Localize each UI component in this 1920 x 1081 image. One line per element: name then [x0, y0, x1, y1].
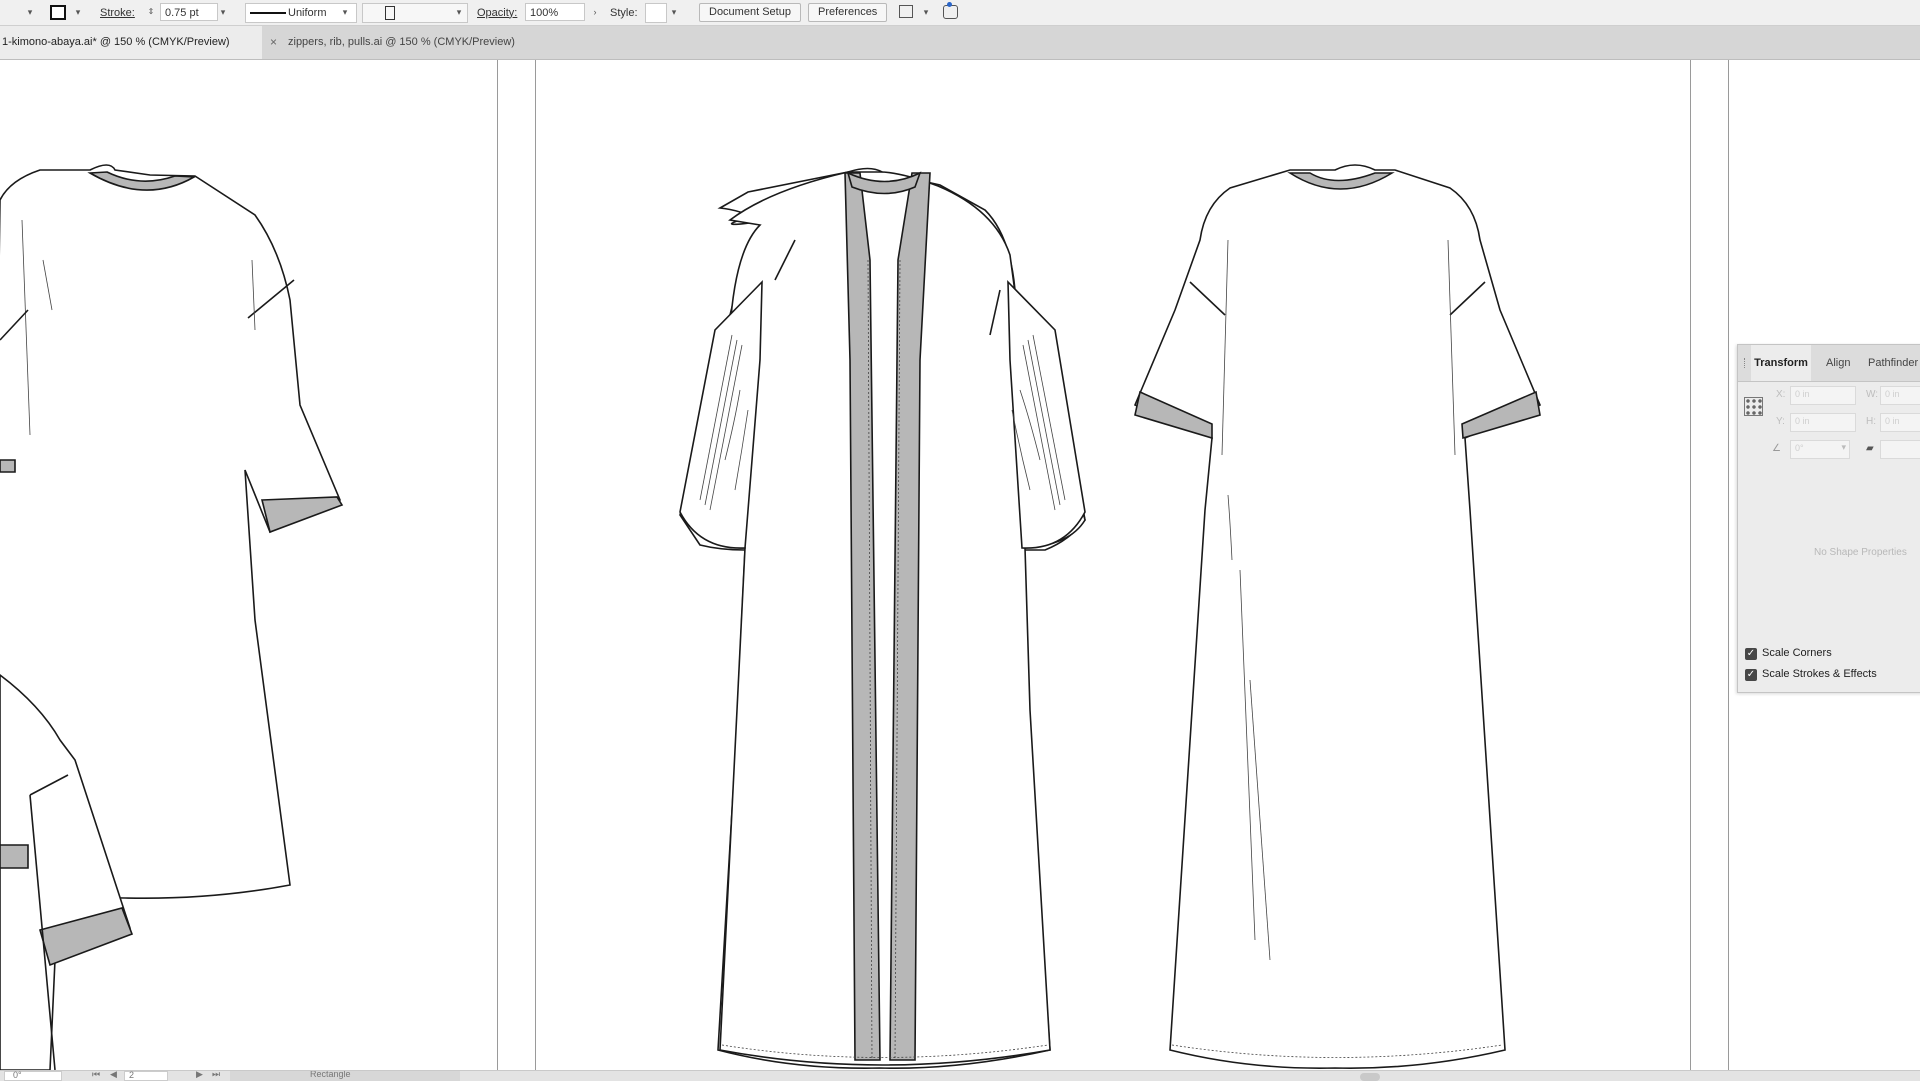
- tab-transform[interactable]: Transform: [1751, 345, 1811, 381]
- w-input[interactable]: 0 in: [1880, 386, 1920, 405]
- style-label: Style:: [610, 6, 638, 19]
- shear-input[interactable]: [1880, 440, 1920, 459]
- y-input[interactable]: 0 in: [1790, 413, 1856, 432]
- reference-point-icon[interactable]: [1744, 397, 1763, 416]
- w-label: W:: [1866, 389, 1879, 400]
- last-artboard-icon[interactable]: ⏭: [212, 1071, 220, 1080]
- opacity-label[interactable]: Opacity:: [477, 0, 517, 25]
- transform-panel: Transform Align Pathfinder X: 0 in W: 0 …: [1737, 344, 1920, 693]
- brush-icon: [385, 6, 395, 20]
- arrange-documents-icon[interactable]: [899, 5, 913, 18]
- x-input[interactable]: 0 in: [1790, 386, 1856, 405]
- h-label: H:: [1866, 416, 1876, 427]
- tab-pathfinder[interactable]: Pathfinder: [1868, 345, 1918, 381]
- garment-artwork[interactable]: .ln { fill:none; stroke:#1a1a1a; stroke-…: [0, 60, 1920, 1070]
- tab-close-icon[interactable]: ×: [270, 26, 277, 59]
- preferences-button[interactable]: Preferences: [808, 3, 888, 22]
- scale-strokes-label: Scale Strokes & Effects: [1762, 668, 1877, 680]
- first-artboard-icon[interactable]: ⏮: [92, 1071, 100, 1080]
- panel-tab-bar: Transform Align Pathfinder: [1738, 345, 1920, 382]
- h-input[interactable]: 0 in: [1880, 413, 1920, 432]
- next-artboard-icon[interactable]: ▶: [196, 1071, 203, 1080]
- profile-dropdown-icon[interactable]: ▾: [339, 4, 351, 20]
- style-dropdown-icon[interactable]: ▾: [668, 4, 680, 20]
- fill-dropdown-arrow-icon[interactable]: ▾: [24, 4, 36, 20]
- tab-zippers-rib-pulls[interactable]: zippers, rib, pulls.ai @ 150 % (CMYK/Pre…: [288, 26, 515, 59]
- x-label: X:: [1776, 389, 1786, 400]
- kimono-back-sketch[interactable]: [1133, 164, 1542, 1069]
- opacity-arrow-icon[interactable]: ›: [589, 4, 601, 20]
- tab-align[interactable]: Align: [1826, 345, 1850, 381]
- rotate-icon: ∠: [1772, 443, 1781, 454]
- status-bar: 0° ⏮ ◀ 2 ▶ ⏭ Rectangle: [0, 1070, 1920, 1081]
- control-bar: ▾ ▾ Stroke: ⇕ 0.75 pt ▾ Uniform ▾ ▾ Opac…: [0, 0, 1920, 26]
- stroke-weight-input[interactable]: 0.75 pt: [160, 3, 218, 21]
- profile-label: Uniform: [288, 7, 327, 19]
- tab-kimono-abaya[interactable]: 1-kimono-abaya.ai* @ 150 % (CMYK/Preview…: [0, 26, 262, 59]
- stroke-line-icon: [250, 12, 286, 14]
- no-shape-properties: No Shape Properties: [1814, 547, 1907, 558]
- stroke-color-dropdown-icon[interactable]: ▾: [72, 4, 84, 20]
- scale-strokes-checkbox[interactable]: ✓: [1745, 669, 1757, 681]
- gpu-dot-icon: [947, 2, 952, 7]
- scale-corners-checkbox[interactable]: ✓: [1745, 648, 1757, 660]
- rotate-input[interactable]: 0° ▾: [1790, 440, 1850, 459]
- graphic-style-swatch[interactable]: [645, 3, 667, 23]
- document-setup-button[interactable]: Document Setup: [699, 3, 801, 22]
- brush-dropdown-icon[interactable]: ▾: [453, 4, 465, 20]
- panel-grip-icon[interactable]: [1744, 358, 1748, 368]
- kimono-front-sketch[interactable]: [679, 167, 1086, 1069]
- stroke-color-swatch-icon[interactable]: [50, 5, 66, 20]
- y-label: Y:: [1776, 416, 1785, 427]
- scale-corners-label: Scale Corners: [1762, 647, 1832, 659]
- arrange-dropdown-icon[interactable]: ▾: [920, 4, 932, 20]
- prev-artboard-icon[interactable]: ◀: [110, 1071, 117, 1080]
- gpu-performance-icon[interactable]: [943, 2, 958, 19]
- stroke-weight-dropdown-icon[interactable]: ▾: [217, 4, 229, 20]
- shear-icon: ▰: [1866, 443, 1874, 454]
- document-tab-bar: 1-kimono-abaya.ai* @ 150 % (CMYK/Preview…: [0, 26, 1920, 60]
- stroke-label[interactable]: Stroke:: [100, 0, 135, 25]
- opacity-input[interactable]: 100%: [525, 3, 585, 21]
- stroke-stepper-icon[interactable]: ⇕: [145, 4, 157, 20]
- rotate-dropdown-icon[interactable]: ▾: [1841, 442, 1846, 453]
